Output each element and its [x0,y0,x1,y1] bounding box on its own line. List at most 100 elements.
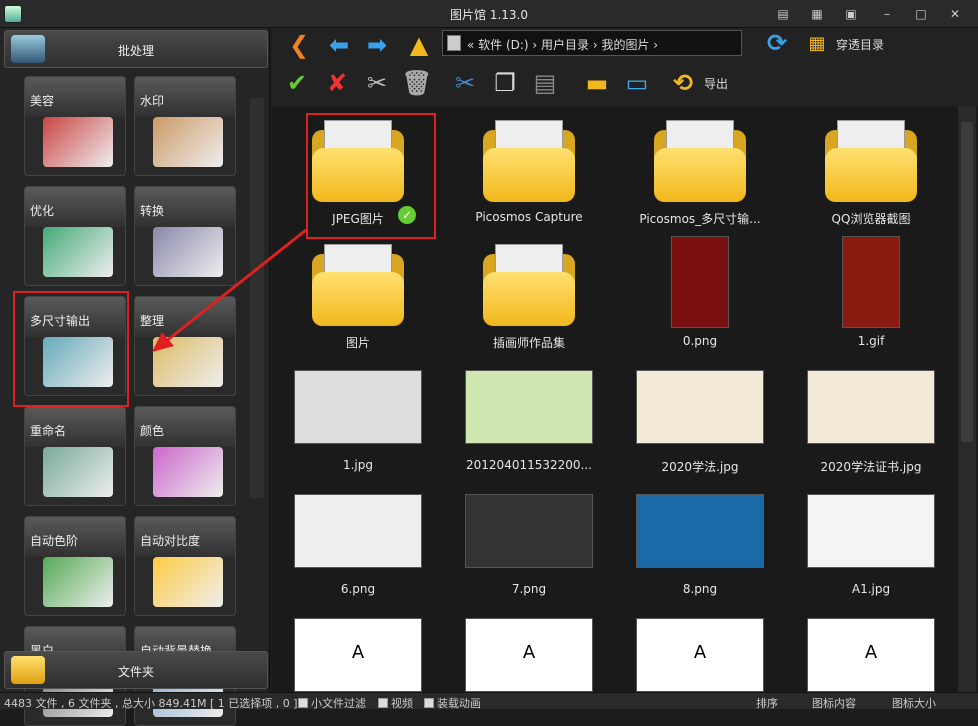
image-item[interactable]: 0.png [620,234,780,354]
tile-label: 转换 [140,204,165,218]
close-button[interactable]: ✕ [946,5,964,23]
tile-icon [43,117,113,167]
tool-tile[interactable]: 水印 [134,76,236,176]
image-item[interactable]: 201204011532200... [449,358,609,478]
item-caption: Picosmos Capture [475,210,583,224]
tile-icon [43,447,113,497]
address-bar[interactable]: « 软件 (D:) › 用户目录 › 我的图片 › [442,30,742,56]
tool-tile[interactable]: 自动对比度 [134,516,236,616]
item-caption: 1.gif [857,334,885,348]
image-thumbnail [636,370,764,444]
image-item[interactable]: 1.gif [791,234,951,354]
image-item[interactable]: A [278,606,438,692]
copy-icon[interactable]: ❐ [488,66,522,100]
tile-icon [43,557,113,607]
folder-item[interactable]: QQ浏览器截图 [791,110,951,230]
left-scrollbar[interactable] [250,98,264,498]
image-item[interactable]: 1.jpg [278,358,438,478]
right-arrow-icon[interactable]: ➡ [360,28,394,62]
image-thumbnail [807,370,935,444]
item-caption: 201204011532200... [466,458,592,472]
image-item[interactable]: A [791,606,951,692]
folder-icon [483,244,575,326]
item-caption: 7.png [511,582,547,596]
folder-icon [825,120,917,202]
folder-icon [483,120,575,202]
export-icon[interactable]: ⟲ [666,66,700,100]
image-thumbnail [671,236,729,328]
drive-icon [447,35,461,51]
skin-icon[interactable]: ▤ [774,5,792,23]
highlight-box-multisize [13,291,129,407]
image-item[interactable]: 2020学法.jpg [620,358,780,478]
item-caption: A [864,642,878,663]
selected-item-box [306,113,436,239]
image-thumbnail [807,494,935,568]
image-item[interactable]: A [620,606,780,692]
through-folder-icon[interactable]: ▦ [800,26,834,60]
monitor-icon[interactable]: ▣ [842,5,860,23]
tool-tile[interactable]: 优化 [24,186,126,286]
tile-icon [153,227,223,277]
left-arrow-icon[interactable]: ⬅ [322,28,356,62]
image-item[interactable]: 2020学法证书.jpg [791,358,951,478]
cut-icon[interactable]: ✂ [448,66,482,100]
grid-scroll-thumb[interactable] [961,122,973,442]
tool-tile[interactable]: 自动色阶 [24,516,126,616]
new-folder-icon[interactable]: ▬ [580,66,614,100]
folder-item[interactable]: 图片 [278,234,438,354]
image-item[interactable]: 7.png [449,482,609,602]
folder-button[interactable]: 文件夹 [4,651,268,689]
tile-label: 自动色阶 [30,534,79,548]
title-bar: 图片馆 1.13.0 ▤ ▦ ▣ – □ ✕ [0,0,978,28]
batch-label: 批处理 [117,44,154,58]
tool-tile[interactable]: 重命名 [24,406,126,506]
folder-item[interactable]: 插画师作品集 [449,234,609,354]
image-item[interactable]: 6.png [278,482,438,602]
window-title: 图片馆 1.13.0 [450,8,528,22]
tool-tile[interactable]: 整理 [134,296,236,396]
image-thumbnail [842,236,900,328]
through-directory-label[interactable]: 穿透目录 [836,36,884,53]
refresh-icon[interactable]: ⟳ [760,26,794,60]
maximize-button[interactable]: □ [912,5,930,23]
image-item[interactable]: 8.png [620,482,780,602]
batch-button[interactable]: 批处理 [4,30,268,68]
paste-icon[interactable]: ▤ [528,66,562,100]
folder-icon [654,120,746,202]
image-thumbnail [636,494,764,568]
folder-label: 文件夹 [117,665,154,679]
image-thumbnail [294,370,422,444]
folder-item[interactable]: Picosmos Capture [449,110,609,230]
tile-icon [43,227,113,277]
check-icon[interactable]: ✔ [280,66,314,100]
tile-label: 重命名 [30,424,67,438]
tool-tile[interactable]: 美容 [24,76,126,176]
minimize-button[interactable]: – [878,5,896,23]
layout-icon[interactable]: ▦ [808,5,826,23]
uncheck-icon[interactable]: ✘ [320,66,354,100]
back-arrow-icon[interactable]: ❮ [282,28,316,62]
rename-icon[interactable]: ▭ [620,66,654,100]
image-item[interactable]: A [449,606,609,692]
up-folder-icon[interactable]: ▲ [402,28,436,62]
image-item[interactable]: A1.jpg [791,482,951,602]
tile-label: 整理 [140,314,165,328]
tool-tile[interactable]: 转换 [134,186,236,286]
item-caption: 2020学法.jpg [661,460,739,474]
tools-icon[interactable]: ✂ [360,66,394,100]
tile-icon [153,557,223,607]
tile-label: 优化 [30,204,55,218]
item-caption: 1.jpg [342,458,374,472]
tile-label: 美容 [30,94,55,108]
export-label[interactable]: 导出 [704,75,728,92]
tile-label: 颜色 [140,424,165,438]
item-caption: 6.png [340,582,376,596]
trash-icon[interactable]: 🗑 [400,66,434,100]
folder-item[interactable]: Picosmos_多尺寸输... [620,110,780,230]
tool-tile[interactable]: 颜色 [134,406,236,506]
tile-icon [153,337,223,387]
item-caption: Picosmos_多尺寸输... [639,212,761,226]
image-thumbnail [465,494,593,568]
item-caption: QQ浏览器截图 [831,212,911,226]
